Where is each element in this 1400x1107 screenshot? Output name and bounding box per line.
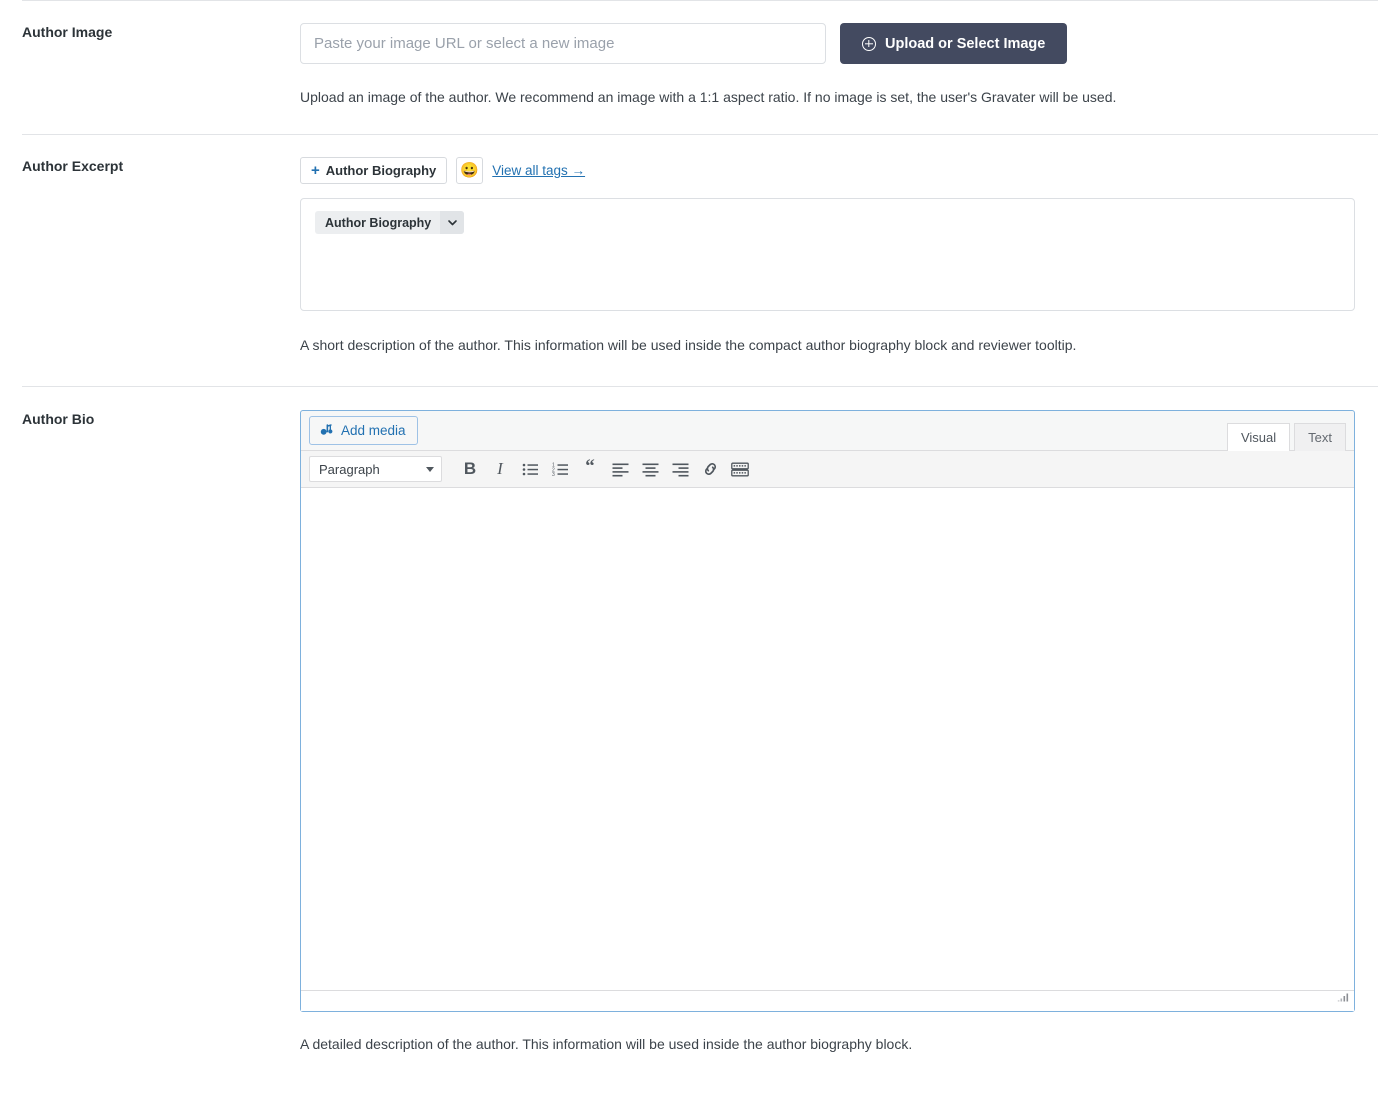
upload-or-select-image-button[interactable]: Upload or Select Image (840, 23, 1068, 64)
author-biography-chip[interactable]: Author Biography (315, 211, 465, 234)
media-library-icon (319, 423, 334, 438)
add-tag-button-label: Author Biography (325, 163, 437, 178)
bold-button[interactable]: B (455, 455, 485, 483)
author-image-url-input[interactable] (300, 23, 826, 64)
add-author-biography-tag-button[interactable]: + Author Biography (300, 157, 448, 184)
author-image-help-text: Upload an image of the author. We recomm… (300, 89, 1117, 105)
chevron-down-icon[interactable] (440, 211, 465, 234)
blockquote-button[interactable]: “ (575, 455, 605, 483)
editor-mode-tabs: Visual Text (1223, 423, 1346, 451)
plus-icon: + (311, 162, 320, 179)
author-bio-content-area[interactable] (301, 488, 1354, 991)
align-right-button[interactable] (665, 455, 695, 483)
editor-formatting-toolbar: Paragraph B I 1 2 3 “ (301, 450, 1354, 488)
editor-statusbar (301, 991, 1354, 1011)
author-bio-row: Author Bio Add media Visual Text Paragra… (0, 387, 1400, 1065)
author-excerpt-row: Author Excerpt + Author Biography 😀 View… (0, 135, 1400, 386)
view-all-tags-link[interactable]: View all tags → (492, 163, 585, 178)
insert-link-button[interactable] (695, 455, 725, 483)
add-media-label: Add media (341, 423, 406, 438)
editor-topbar: Add media Visual Text (301, 411, 1354, 451)
author-excerpt-help-text: A short description of the author. This … (300, 337, 1077, 353)
author-image-field: Upload or Select Image Upload an image o… (300, 23, 1400, 108)
tab-text[interactable]: Text (1294, 423, 1346, 451)
align-center-button[interactable] (635, 455, 665, 483)
author-excerpt-field: + Author Biography 😀 View all tags → Aut… (300, 157, 1400, 356)
svg-text:3: 3 (552, 472, 555, 477)
author-bio-help-text: A detailed description of the author. Th… (300, 1036, 913, 1052)
paragraph-format-select[interactable]: Paragraph (309, 456, 442, 482)
author-settings-page: Author Image Upload or Select Image Uplo… (0, 0, 1400, 1107)
chip-label: Author Biography (325, 215, 432, 230)
author-image-row: Author Image Upload or Select Image Uplo… (0, 1, 1400, 134)
chevron-down-icon (426, 466, 434, 472)
author-image-controls: Upload or Select Image (300, 23, 1377, 64)
grinning-face-emoji-icon[interactable]: 😀 (456, 157, 484, 184)
author-bio-label: Author Bio (22, 411, 95, 427)
upload-button-label: Upload or Select Image (885, 35, 1046, 52)
align-left-button[interactable] (605, 455, 635, 483)
plus-circle-icon (862, 36, 876, 51)
author-excerpt-tagbar: + Author Biography 😀 View all tags → (300, 157, 1377, 184)
toolbar-toggle-button[interactable] (725, 455, 755, 483)
tab-visual[interactable]: Visual (1226, 423, 1291, 451)
format-select-value: Paragraph (319, 461, 380, 477)
add-media-button[interactable]: Add media (309, 416, 418, 445)
author-bio-field: Add media Visual Text Paragraph B I 1 2 … (300, 410, 1400, 1055)
italic-button[interactable]: I (485, 455, 515, 483)
bulleted-list-button[interactable] (515, 455, 545, 483)
author-bio-editor: Add media Visual Text Paragraph B I 1 2 … (300, 410, 1355, 1012)
author-excerpt-input[interactable]: Author Biography (300, 198, 1355, 311)
author-excerpt-label: Author Excerpt (22, 158, 124, 174)
numbered-list-button[interactable]: 1 2 3 (545, 455, 575, 483)
author-image-label: Author Image (22, 24, 113, 40)
resize-handle-icon[interactable] (1337, 991, 1350, 1009)
